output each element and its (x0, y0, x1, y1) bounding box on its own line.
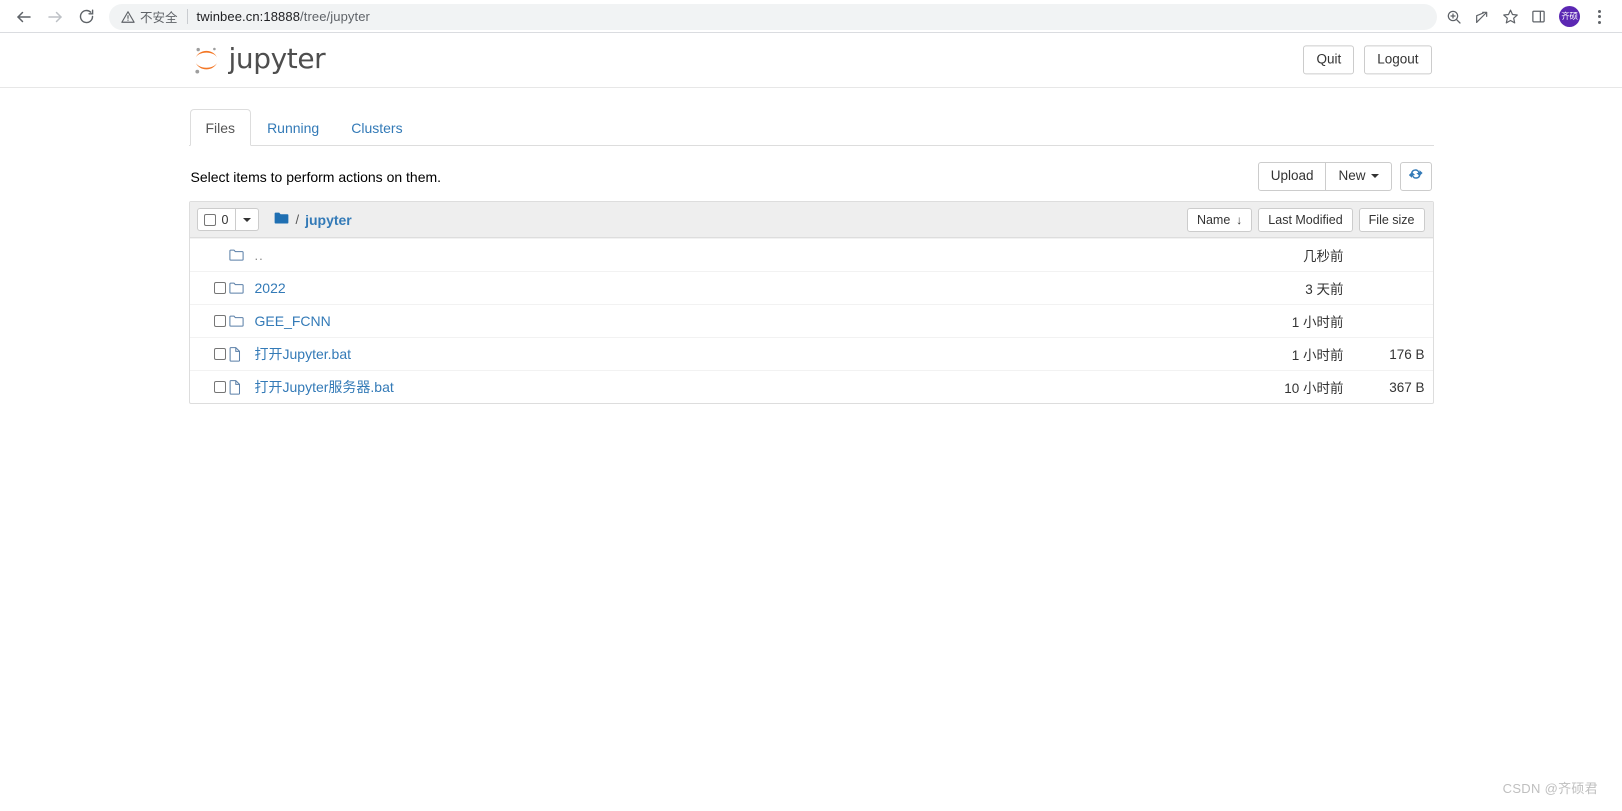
jupyter-logo-text: jupyter (228, 42, 326, 75)
table-row[interactable]: .. 几秒前 (189, 238, 1433, 271)
row-checkbox[interactable] (213, 282, 226, 294)
selected-count: 0 (221, 212, 229, 227)
row-checkbox[interactable] (213, 315, 226, 327)
kebab-menu-icon (1597, 9, 1601, 24)
breadcrumb-separator: / (295, 212, 300, 227)
forward-button[interactable] (41, 3, 69, 31)
row-modified: 几秒前 (1303, 249, 1344, 264)
row-name-link[interactable]: .. (255, 248, 264, 263)
select-all-checkbox[interactable] (203, 213, 216, 226)
row-modified: 1 小时前 (1291, 348, 1344, 363)
file-list-header: 0 / jupyter Name ↓ Last Modified File si… (189, 202, 1433, 238)
browser-menu-button[interactable] (1586, 4, 1612, 30)
refresh-icon (1408, 169, 1423, 185)
table-row[interactable]: 打开Jupyter服务器.bat 10 小时前 367 B (189, 370, 1433, 403)
new-button-label: New (1338, 167, 1366, 183)
toolbar-buttons: Upload New (1257, 161, 1432, 192)
url-path: /tree/jupyter (300, 9, 370, 24)
row-size: 367 B (1389, 379, 1425, 395)
not-secure-warning-icon[interactable] (121, 10, 135, 24)
watermark: CSDN @齐硕君 (1502, 781, 1598, 796)
row-name-link[interactable]: 2022 (255, 280, 286, 296)
share-icon (1474, 9, 1490, 25)
file-outline-icon (229, 346, 255, 362)
refresh-button[interactable] (1399, 161, 1432, 192)
select-dropdown-button[interactable] (236, 208, 260, 231)
row-modified: 3 天前 (1305, 282, 1344, 297)
quit-button[interactable]: Quit (1303, 45, 1355, 75)
url-text: twinbee.cn:18888/tree/jupyter (197, 9, 370, 24)
row-modified: 10 小时前 (1284, 381, 1344, 396)
sort-name-label: Name (1196, 212, 1231, 227)
row-name-link[interactable]: 打开Jupyter.bat (255, 344, 352, 364)
jupyter-page: jupyter Quit Logout Files Running Cluste… (0, 33, 1622, 811)
chevron-down-icon (1370, 174, 1379, 179)
share-button[interactable] (1469, 4, 1495, 30)
table-row[interactable]: 2022 3 天前 (189, 271, 1433, 304)
tab-clusters[interactable]: Clusters (335, 109, 418, 146)
security-status-label: 不安全 (140, 11, 178, 25)
actions-row: Select items to perform actions on them.… (189, 146, 1434, 194)
sort-by-name-button[interactable]: Name ↓ (1186, 207, 1253, 232)
breadcrumb: / jupyter (274, 212, 352, 228)
select-all-group: 0 (196, 208, 260, 231)
back-arrow-icon (15, 8, 33, 26)
profile-avatar[interactable]: 齐硕 (1559, 6, 1580, 27)
selection-hint: Select items to perform actions on them. (190, 168, 442, 185)
row-name-link[interactable]: 打开Jupyter服务器.bat (255, 377, 394, 397)
row-checkbox-slot (197, 348, 229, 360)
jupyter-header: jupyter Quit Logout (0, 33, 1622, 88)
zoom-button[interactable] (1441, 4, 1467, 30)
file-outline-icon (229, 379, 255, 395)
zoom-in-icon (1446, 9, 1462, 25)
table-row[interactable]: 打开Jupyter.bat 1 小时前 176 B (189, 337, 1433, 370)
address-bar[interactable]: 不安全 twinbee.cn:18888/tree/jupyter (109, 3, 1437, 30)
select-all-checkbox-button[interactable]: 0 (196, 208, 237, 231)
row-size: 176 B (1389, 346, 1425, 362)
sort-descending-arrow-icon: ↓ (1236, 212, 1243, 227)
tab-bar: Files Running Clusters (188, 108, 1434, 146)
folder-outline-icon (228, 249, 255, 262)
row-checkbox-slot (197, 282, 229, 294)
folder-outline-icon (228, 315, 255, 328)
forward-arrow-icon (46, 8, 64, 26)
side-panel-icon (1531, 9, 1546, 24)
jupyter-logo[interactable]: jupyter (193, 45, 326, 76)
row-checkbox[interactable] (213, 348, 226, 360)
file-list: 0 / jupyter Name ↓ Last Modified File si… (188, 201, 1434, 404)
bookmark-button[interactable] (1497, 4, 1523, 30)
side-panel-button[interactable] (1525, 4, 1551, 30)
reload-button[interactable] (72, 3, 100, 31)
back-button[interactable] (10, 3, 38, 31)
tab-running[interactable]: Running (251, 109, 335, 146)
sort-by-last-modified-button[interactable]: Last Modified (1258, 207, 1353, 232)
breadcrumb-current-folder[interactable]: jupyter (305, 212, 352, 228)
sort-buttons: Name ↓ Last Modified File size (1181, 207, 1425, 232)
browser-toolbar: 不安全 twinbee.cn:18888/tree/jupyter 齐硕 (0, 0, 1622, 33)
folder-outline-icon (228, 282, 255, 295)
row-name-link[interactable]: GEE_FCNN (255, 313, 331, 329)
row-checkbox-slot (197, 315, 229, 327)
new-button[interactable]: New (1325, 161, 1392, 192)
url-host: twinbee.cn:18888 (196, 9, 301, 24)
star-icon (1502, 8, 1519, 25)
jupyter-logo-icon (193, 45, 220, 76)
browser-action-icons: 齐硕 (1441, 4, 1612, 30)
folder-filled-icon[interactable] (274, 212, 289, 228)
omnibox-divider (186, 9, 188, 24)
row-checkbox[interactable] (213, 381, 226, 393)
reload-icon (78, 8, 95, 25)
logout-button[interactable]: Logout (1364, 45, 1432, 75)
sort-by-file-size-button[interactable]: File size (1358, 207, 1425, 232)
tab-files[interactable]: Files (189, 108, 252, 146)
upload-button[interactable]: Upload (1257, 161, 1327, 192)
jupyter-main: Files Running Clusters Select items to p… (188, 88, 1434, 404)
row-checkbox-slot (197, 381, 229, 393)
chevron-down-icon (243, 217, 252, 222)
row-modified: 1 小时前 (1291, 315, 1344, 330)
header-buttons: Quit Logout (1303, 45, 1432, 75)
table-row[interactable]: GEE_FCNN 1 小时前 (189, 304, 1433, 337)
upload-new-group: Upload New (1257, 161, 1392, 192)
